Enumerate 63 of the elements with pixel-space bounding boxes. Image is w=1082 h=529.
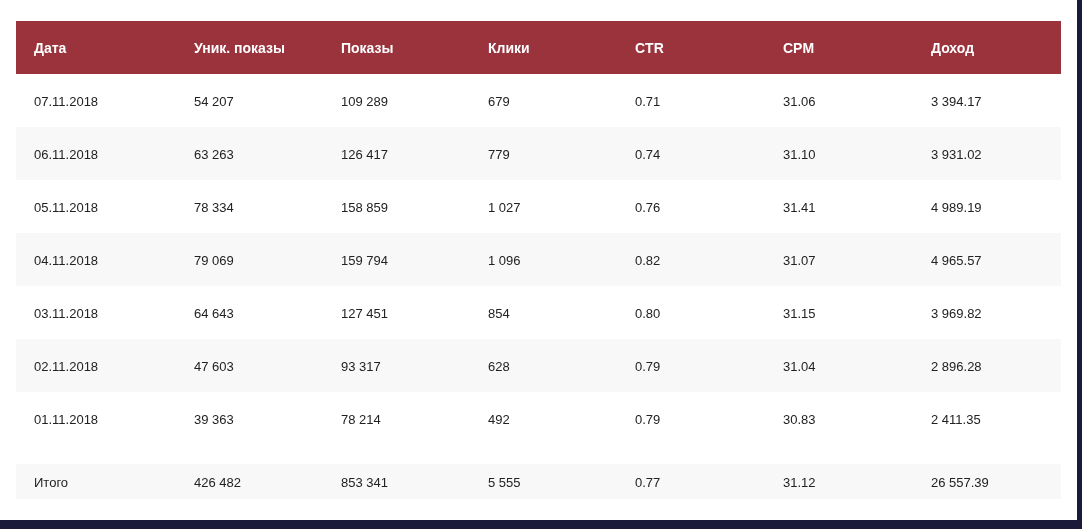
table-cell: 0.80 xyxy=(635,305,661,321)
table-cell: 79 069 xyxy=(194,252,234,268)
table-cell: 3 394.17 xyxy=(931,93,982,109)
table-cell: 854 xyxy=(488,305,510,321)
table-cell: 31.07 xyxy=(783,252,816,268)
table-cell: 5 555 xyxy=(488,474,521,490)
table-cell: 78 334 xyxy=(194,199,234,215)
column-header: Дата xyxy=(34,39,67,56)
table-cell: 64 643 xyxy=(194,305,234,321)
table-cell: 93 317 xyxy=(341,358,381,374)
table-cell: 1 096 xyxy=(488,252,521,268)
table-cell: 31.10 xyxy=(783,146,816,162)
table-cell: 628 xyxy=(488,358,510,374)
table-cell: 0.74 xyxy=(635,146,661,162)
table-cell: 109 289 xyxy=(341,93,388,109)
table-cell: 0.77 xyxy=(635,474,661,490)
table-cell: 126 417 xyxy=(341,146,388,162)
table-cell: 31.12 xyxy=(783,474,816,490)
table-cell: 3 969.82 xyxy=(931,305,982,321)
table-cell: 0.79 xyxy=(635,358,661,374)
table-cell: 0.71 xyxy=(635,93,661,109)
table-cell: 30.83 xyxy=(783,411,816,427)
column-header: CPM xyxy=(783,39,815,56)
table-cell: 31.15 xyxy=(783,305,816,321)
table-cell: Итого xyxy=(34,474,69,490)
table-cell: 54 207 xyxy=(194,93,234,109)
table-cell: 679 xyxy=(488,93,510,109)
column-header: Доход xyxy=(931,39,975,56)
table-cell: 31.06 xyxy=(783,93,816,109)
table-cell: 779 xyxy=(488,146,510,162)
table-cell: 39 363 xyxy=(194,411,234,427)
table-cell: 426 482 xyxy=(194,474,241,490)
table-cell: 06.11.2018 xyxy=(34,146,99,162)
table-cell: 4 989.19 xyxy=(931,199,982,215)
table-cell: 159 794 xyxy=(341,252,388,268)
table-cell: 03.11.2018 xyxy=(34,305,99,321)
table-cell: 0.82 xyxy=(635,252,661,268)
table-cell: 158 859 xyxy=(341,199,388,215)
table-cell: 492 xyxy=(488,411,510,427)
column-header: CTR xyxy=(635,39,664,56)
table-cell: 0.79 xyxy=(635,411,661,427)
table-cell: 26 557.39 xyxy=(931,474,989,490)
table-cell: 78 214 xyxy=(341,411,381,427)
column-header: Показы xyxy=(341,39,394,56)
table-cell: 127 451 xyxy=(341,305,388,321)
table-cell: 02.11.2018 xyxy=(34,358,99,374)
table-cell: 31.04 xyxy=(783,358,816,374)
table-cell: 63 263 xyxy=(194,146,234,162)
table-cell: 01.11.2018 xyxy=(34,411,99,427)
table-cell: 04.11.2018 xyxy=(34,252,99,268)
table-cell: 05.11.2018 xyxy=(34,199,99,215)
column-header: Клики xyxy=(488,39,530,56)
column-header: Уник. показы xyxy=(194,39,285,56)
table-cell: 31.41 xyxy=(783,199,816,215)
table-cell: 853 341 xyxy=(341,474,388,490)
table-cell: 3 931.02 xyxy=(931,146,982,162)
table-cell: 4 965.57 xyxy=(931,252,982,268)
table-cell: 0.76 xyxy=(635,199,661,215)
table-cell: 07.11.2018 xyxy=(34,93,99,109)
table-cell: 1 027 xyxy=(488,199,521,215)
table-cell: 47 603 xyxy=(194,358,234,374)
table-cell: 2 411.35 xyxy=(931,411,981,427)
table-cell: 2 896.28 xyxy=(931,358,982,374)
